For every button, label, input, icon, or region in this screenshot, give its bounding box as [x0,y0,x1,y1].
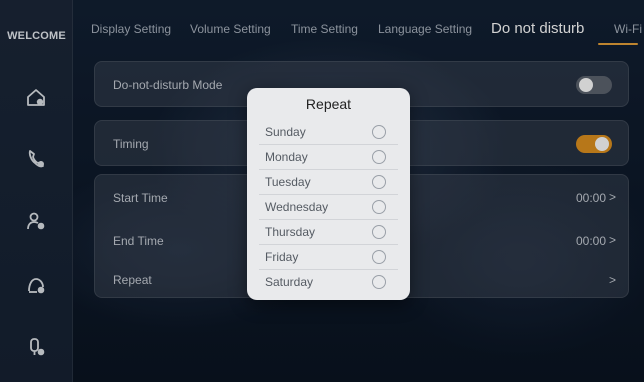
radio-circle-icon[interactable] [372,175,386,189]
device-screen: WELCOME Display Setting Volume Setting T… [0,0,644,382]
radio-circle-icon[interactable] [372,250,386,264]
day-label: Monday [265,150,308,164]
radio-circle-icon[interactable] [372,200,386,214]
radio-circle-icon[interactable] [372,275,386,289]
day-option-friday[interactable]: Friday [259,245,398,270]
day-option-monday[interactable]: Monday [259,145,398,170]
day-label: Wednesday [265,200,329,214]
day-label: Friday [265,250,299,264]
day-label: Thursday [265,225,316,239]
radio-circle-icon[interactable] [372,125,386,139]
day-label: Sunday [265,125,306,139]
day-label: Tuesday [265,175,311,189]
radio-circle-icon[interactable] [372,225,386,239]
day-option-tuesday[interactable]: Tuesday [259,170,398,195]
day-option-sunday[interactable]: Sunday [259,120,398,145]
day-label: Saturday [265,275,314,289]
day-option-wednesday[interactable]: Wednesday [259,195,398,220]
day-option-saturday[interactable]: Saturday [259,270,398,295]
day-option-thursday[interactable]: Thursday [259,220,398,245]
repeat-dialog-title: Repeat [305,96,352,112]
radio-circle-icon[interactable] [372,150,386,164]
repeat-dialog: Repeat Sunday Monday Tuesday Wednesday T… [247,88,410,300]
